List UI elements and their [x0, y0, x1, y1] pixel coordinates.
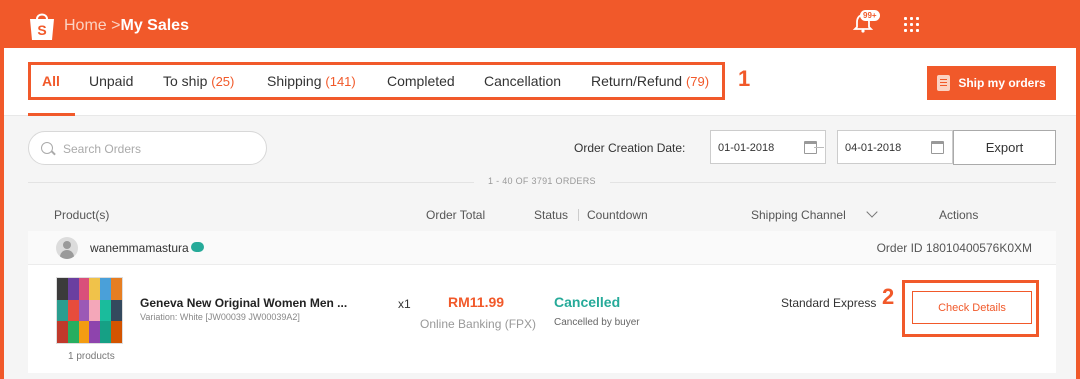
header-separator [578, 209, 579, 221]
thumbnail-swatch [67, 321, 79, 343]
product-name: Geneva New Original Women Men ... [140, 296, 348, 310]
active-tab-underline [28, 113, 75, 116]
product-quantity: x1 [398, 297, 411, 311]
document-icon [937, 75, 951, 91]
date-range-separator [814, 147, 824, 148]
thumbnail-swatch [57, 278, 68, 300]
breadcrumb-current: My Sales [120, 17, 189, 34]
thumbnail-swatch [100, 299, 112, 322]
header-actions: Actions [939, 208, 979, 222]
breadcrumb: Home >My Sales [64, 17, 189, 35]
thumbnail-swatch [67, 278, 79, 300]
tab-completed[interactable]: Completed [387, 73, 455, 89]
tab-shipping[interactable]: Shipping (141) [267, 73, 356, 89]
thumbnail-swatch [111, 299, 122, 322]
thumbnail-swatch [100, 278, 112, 300]
payment-method: Online Banking (FPX) [420, 317, 537, 331]
apps-grid-icon[interactable] [904, 17, 919, 32]
shipping-channel: Standard Express [781, 296, 877, 310]
order-date-label: Order Creation Date: [574, 141, 686, 155]
my-sales-panel: All Unpaid To ship (25) Shipping (141) C… [4, 48, 1076, 379]
date-from-field[interactable]: 01-01-2018 [710, 130, 826, 164]
header-status: Status [534, 208, 569, 222]
header-shipping-channel: Shipping Channel [751, 208, 846, 222]
thumbnail-swatch [111, 321, 122, 343]
search-orders-field[interactable] [28, 131, 267, 165]
results-count: 1 - 40 OF 3791 ORDERS [474, 176, 610, 186]
tab-unpaid[interactable]: Unpaid [89, 73, 133, 89]
thumbnail-swatch [89, 299, 101, 322]
export-button[interactable]: Export [953, 130, 1056, 165]
shopee-logo-icon[interactable]: S [28, 10, 56, 42]
header-countdown: Countdown [587, 208, 648, 222]
date-to-field[interactable]: 04-01-2018 [837, 130, 953, 164]
tab-cancellation[interactable]: Cancellation [484, 73, 561, 89]
calendar-icon[interactable] [931, 141, 944, 154]
thumbnail-swatch [89, 321, 101, 343]
order-id: Order ID 18010400576K0XM [876, 241, 1032, 255]
ship-my-orders-button[interactable]: Ship my orders [927, 66, 1056, 100]
order-status-detail: Cancelled by buyer [554, 317, 640, 328]
product-variation: Variation: White [JW00039 JW00039A2] [140, 312, 300, 322]
search-input[interactable] [63, 139, 253, 159]
annotation-1: 1 [738, 66, 751, 91]
notification-badge: 99+ [860, 10, 880, 21]
tab-all[interactable]: All [42, 73, 60, 89]
chevron-down-icon[interactable] [866, 206, 878, 218]
order-card-header: wanemmamastura Order ID 18010400576K0XM [28, 231, 1056, 265]
thumbnail-swatch [67, 299, 79, 322]
tab-return-refund[interactable]: Return/Refund (79) [591, 73, 709, 89]
products-count: 1 products [68, 351, 115, 362]
buyer-avatar [56, 237, 78, 259]
thumbnail-swatch [57, 299, 68, 322]
order-status: Cancelled [554, 294, 621, 310]
chat-icon[interactable] [191, 242, 204, 252]
search-icon [41, 142, 53, 154]
thumbnail-swatch [111, 278, 122, 300]
thumbnail-swatch [78, 299, 90, 322]
product-thumbnail[interactable] [56, 277, 123, 344]
thumbnail-swatch [78, 321, 90, 343]
order-tabs-bar: All Unpaid To ship (25) Shipping (141) C… [4, 48, 1076, 116]
svg-text:S: S [37, 22, 46, 38]
buyer-username[interactable]: wanemmamastura [90, 241, 189, 255]
thumbnail-swatch [57, 321, 68, 343]
breadcrumb-home[interactable]: Home [64, 17, 107, 34]
thumbnail-swatch [89, 278, 101, 300]
order-card: wanemmamastura Order ID 18010400576K0XM … [28, 231, 1056, 373]
thumbnail-swatch [100, 321, 112, 343]
header-order-total: Order Total [426, 208, 486, 222]
thumbnail-swatch [78, 278, 90, 300]
order-price: RM11.99 [448, 294, 505, 310]
top-nav-bar: S Home >My Sales 99+ [0, 0, 1080, 48]
annotation-2: 2 [882, 284, 895, 309]
check-details-button[interactable]: Check Details [912, 291, 1032, 324]
header-products: Product(s) [54, 208, 110, 222]
tab-to-ship[interactable]: To ship (25) [163, 73, 234, 89]
